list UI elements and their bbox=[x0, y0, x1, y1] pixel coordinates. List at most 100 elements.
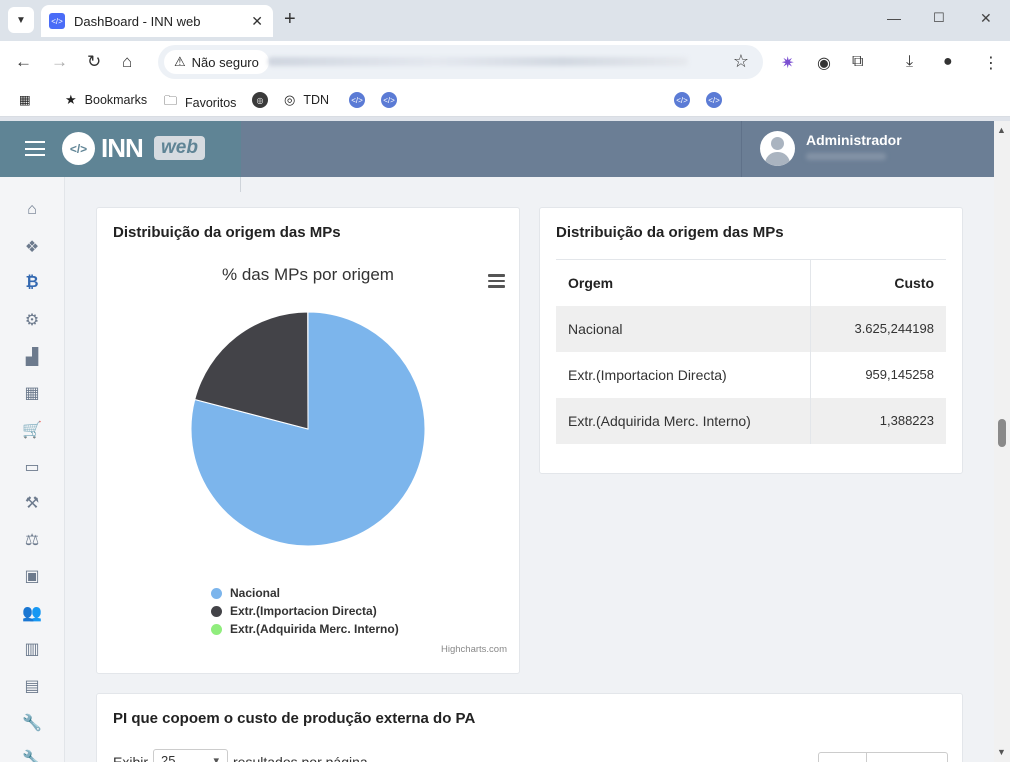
scroll-down-arrow-icon[interactable]: ▼ bbox=[997, 747, 1006, 757]
legend-marker bbox=[211, 623, 222, 635]
column-header-orgem[interactable]: Orgem bbox=[556, 259, 811, 306]
page-scrollbar[interactable]: ▲ ▼ bbox=[994, 121, 1010, 762]
sidebar-industry-icon[interactable]: ▟ bbox=[21, 347, 43, 367]
tab-close-icon[interactable]: ✕ bbox=[251, 13, 263, 30]
tdn-icon: ◎ bbox=[284, 92, 296, 107]
legend-item[interactable]: Extr.(Importacion Directa) bbox=[211, 602, 399, 620]
sidebar-gavel-icon[interactable]: ⚒ bbox=[21, 493, 43, 513]
extension-check-icon[interactable]: ◉ bbox=[817, 53, 831, 73]
column-header-custo[interactable]: Custo bbox=[809, 259, 946, 306]
bookmark-tdn[interactable]: ◎ TDN bbox=[284, 92, 329, 108]
bookmark-code-icon[interactable]: </> bbox=[674, 92, 690, 108]
sidebar-balance-scale-icon[interactable]: ⚖ bbox=[21, 530, 43, 550]
legend-label: Nacional bbox=[230, 586, 281, 600]
sidebar-document-icon[interactable]: ▤ bbox=[21, 676, 43, 696]
scrollbar-thumb[interactable] bbox=[998, 419, 1006, 447]
chart-credits[interactable]: Highcharts.com bbox=[441, 644, 507, 655]
folder-icon: 🗀 bbox=[164, 93, 178, 108]
browser-tab-dashboard[interactable]: </> DashBoard - INN web ✕ bbox=[41, 5, 273, 37]
user-avatar-icon bbox=[760, 131, 795, 166]
sidebar-wallet-icon[interactable]: ▭ bbox=[21, 457, 43, 477]
app-header: </> INN web Administrador bbox=[0, 121, 994, 177]
profile-avatar-icon[interactable]: ● bbox=[943, 53, 953, 71]
brand-area: </> INN web bbox=[0, 121, 241, 177]
sidebar-cogs-icon[interactable]: ⚙ bbox=[21, 310, 43, 330]
pi-card: PI que copoem o custo de produção extern… bbox=[96, 693, 963, 762]
bookmark-site-icon[interactable]: ◎ bbox=[252, 92, 268, 108]
forward-button[interactable]: → bbox=[51, 52, 68, 72]
bookmarks-bar: ▦ ★ Bookmarks 🗀 Favoritos ◎ ◎ TDN </> </> <… bbox=[0, 83, 1010, 117]
sidebar-wrench-icon[interactable]: 🔧 bbox=[21, 713, 43, 733]
window-close-button[interactable]: ✕ bbox=[980, 10, 992, 27]
user-subtitle-blurred bbox=[806, 153, 886, 160]
sidebar-cubes-icon[interactable]: ❖ bbox=[21, 237, 43, 257]
sidebar-home-icon[interactable]: ⌂ bbox=[21, 200, 43, 220]
maximize-button[interactable]: ☐ bbox=[933, 10, 945, 26]
minimize-button[interactable]: — bbox=[887, 10, 901, 26]
table-cell: 3.625,244198 bbox=[809, 305, 946, 352]
bookmark-bookmarks[interactable]: ★ Bookmarks bbox=[65, 92, 147, 108]
bookmark-code-icon[interactable]: </> bbox=[706, 92, 722, 108]
chart-export-menu-icon[interactable] bbox=[488, 274, 505, 291]
chart-title: % das MPs por origem bbox=[222, 265, 394, 284]
security-label: Não seguro bbox=[191, 54, 259, 70]
download-icon[interactable]: ⤓ bbox=[906, 53, 913, 71]
warning-icon: ⚠ bbox=[174, 54, 186, 69]
extensions-puzzle-icon[interactable]: ⧉ bbox=[852, 53, 863, 71]
user-name: Administrador bbox=[806, 132, 902, 148]
security-chip[interactable]: ⚠ Não seguro bbox=[164, 50, 269, 74]
url-text-blurred bbox=[268, 57, 688, 66]
pie-chart bbox=[190, 311, 426, 547]
sidebar-calculator-icon[interactable]: ▦ bbox=[21, 383, 43, 403]
sidebar-wrench-icon[interactable]: 🔧 bbox=[21, 749, 43, 762]
pi-card-title: PI que copoem o custo de produção extern… bbox=[113, 710, 476, 727]
origin-table: Orgem Custo Nacional 3.625,244198 Extr.(… bbox=[556, 259, 946, 444]
table-cell: Extr.(Importacion Directa) bbox=[556, 351, 811, 398]
reload-button[interactable]: ↻ bbox=[87, 52, 101, 72]
page-length-control: Exibir 25 resultados por página bbox=[113, 749, 368, 762]
table-cell: Nacional bbox=[556, 305, 811, 352]
page-length-select[interactable]: 25 bbox=[153, 749, 229, 762]
show-label: Exibir bbox=[113, 754, 149, 762]
star-icon: ★ bbox=[65, 92, 77, 107]
site-favicon-icon: </> bbox=[49, 13, 65, 29]
tab-title: DashBoard - INN web bbox=[74, 13, 201, 29]
legend-marker bbox=[211, 587, 222, 599]
browser-toolbar: ← → ↻ ⌂ ⚠ Não seguro ☆ ✷ ◉ ⧉ ⤓ ● ⋮ bbox=[0, 41, 1010, 83]
logo-code-icon: </> bbox=[62, 132, 95, 165]
tab-search-button[interactable]: ▼ bbox=[8, 7, 34, 33]
sidebar-bitcoin-icon[interactable]: ₿ bbox=[21, 273, 43, 293]
address-bar[interactable]: ⚠ Não seguro ☆ bbox=[158, 45, 763, 79]
new-tab-button[interactable]: + bbox=[284, 8, 296, 31]
bookmark-code-icon[interactable]: </> bbox=[381, 92, 397, 108]
table-card-title: Distribuição da origem das MPs bbox=[556, 224, 784, 241]
table-cell: Extr.(Adquirida Merc. Interno) bbox=[556, 397, 811, 444]
sidebar-cart-icon[interactable]: 🛒 bbox=[21, 420, 43, 440]
legend-label: Extr.(Importacion Directa) bbox=[230, 604, 377, 618]
extension-gear-icon[interactable]: ✷ bbox=[781, 53, 794, 73]
apps-grid-icon[interactable]: ▦ bbox=[19, 92, 31, 107]
divider bbox=[240, 177, 241, 192]
sidebar-users-icon[interactable]: 👥 bbox=[21, 603, 43, 623]
sidebar-money-icon[interactable]: ▣ bbox=[21, 566, 43, 586]
back-button[interactable]: ← bbox=[15, 52, 32, 72]
home-button[interactable]: ⌂ bbox=[122, 52, 132, 72]
browser-menu-icon[interactable]: ⋮ bbox=[983, 53, 999, 73]
table-search-input[interactable] bbox=[818, 752, 948, 762]
bookmark-favoritos[interactable]: 🗀 Favoritos bbox=[164, 92, 236, 114]
chart-card: Distribuição da origem das MPs % das MPs… bbox=[96, 207, 520, 674]
user-menu[interactable]: Administrador bbox=[741, 121, 994, 177]
legend-item[interactable]: Nacional bbox=[211, 584, 399, 602]
table-cell: 1,388223 bbox=[809, 397, 946, 444]
scroll-up-arrow-icon[interactable]: ▲ bbox=[997, 125, 1006, 135]
hamburger-menu-icon[interactable] bbox=[25, 141, 45, 156]
legend-item[interactable]: Extr.(Adquirida Merc. Interno) bbox=[211, 620, 399, 638]
table-row: Nacional 3.625,244198 bbox=[556, 305, 946, 352]
main-content: Distribuição da origem das MPs % das MPs… bbox=[65, 177, 994, 762]
table-card: Distribuição da origem das MPs Orgem Cus… bbox=[539, 207, 963, 474]
bookmark-code-icon[interactable]: </> bbox=[349, 92, 365, 108]
logo-text: INN bbox=[101, 133, 144, 163]
sidebar-bar-chart-icon[interactable]: ▥ bbox=[21, 639, 43, 659]
bookmark-star-icon[interactable]: ☆ bbox=[733, 51, 749, 72]
logo-badge: web bbox=[154, 136, 205, 160]
